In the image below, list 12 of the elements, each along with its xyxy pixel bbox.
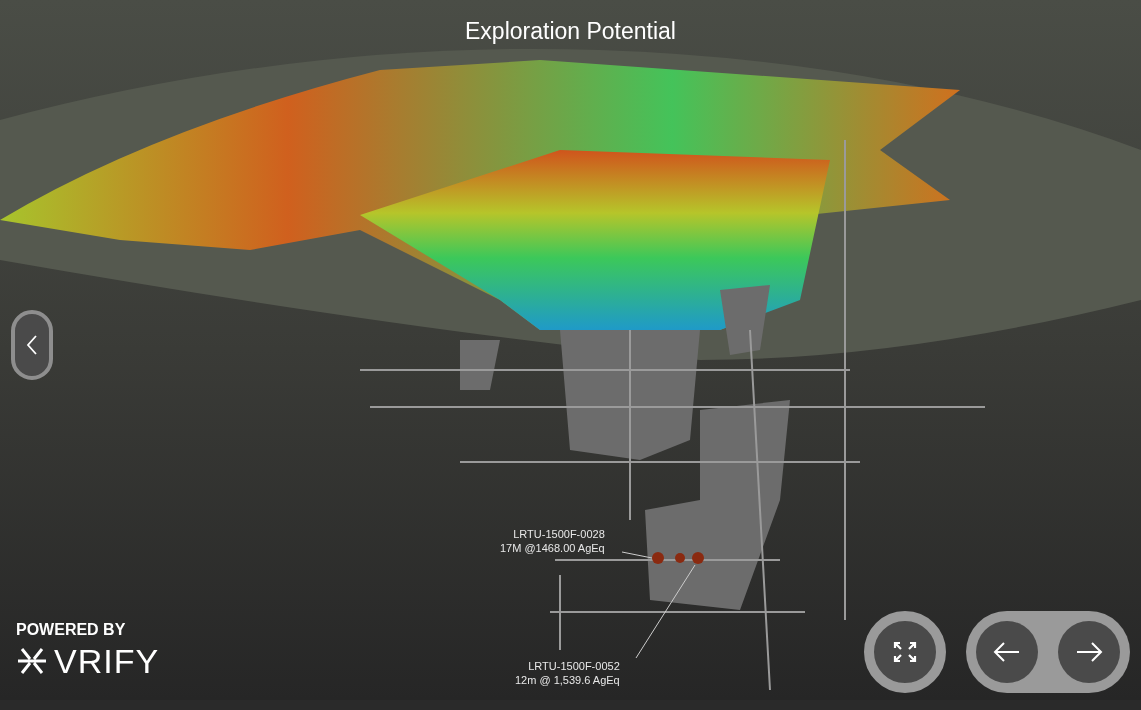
back-button[interactable] [976, 621, 1038, 683]
arrow-right-icon [1075, 642, 1103, 662]
chevron-left-icon [26, 334, 38, 356]
annotation-label: LRTU-1500F-0028 17M @1468.00 AgEq [500, 527, 605, 555]
expand-icon [893, 641, 917, 663]
arrow-left-icon [993, 642, 1021, 662]
logo-wordmark: VRIFY [54, 644, 160, 678]
logo-mark-icon [16, 646, 48, 676]
forward-button[interactable] [1058, 621, 1120, 683]
powered-by-caption: POWERED BY [16, 622, 127, 638]
view-title: Exploration Potential [464, 17, 677, 46]
annotation-label: LRTU-1500F-0052 12m @ 1,539.6 AgEq [515, 659, 620, 687]
